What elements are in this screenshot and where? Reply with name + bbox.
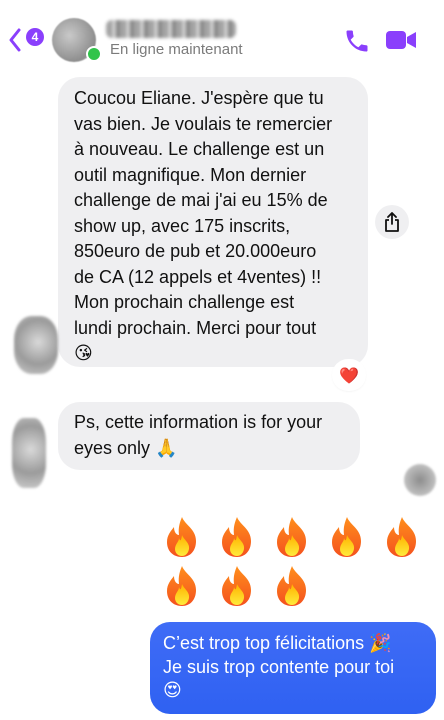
fire-emoji xyxy=(222,566,251,606)
fire-emoji xyxy=(167,566,196,606)
fire-emoji xyxy=(277,566,306,606)
fire-emoji xyxy=(332,517,361,557)
fire-emoji xyxy=(222,517,251,557)
fire-emoji xyxy=(167,517,196,557)
message-line: Je suis trop contente pour toi xyxy=(163,657,395,677)
fire-emoji-layer xyxy=(167,517,416,606)
message-line: C’est trop top félicitations 🎉 xyxy=(163,633,392,653)
outgoing-message-bubble[interactable]: C’est trop top félicitations 🎉 Je suis t… xyxy=(150,622,436,714)
fire-emoji xyxy=(277,517,306,557)
heart-eyes-emoji: 😍 xyxy=(163,680,182,701)
fire-emoji xyxy=(387,517,416,557)
